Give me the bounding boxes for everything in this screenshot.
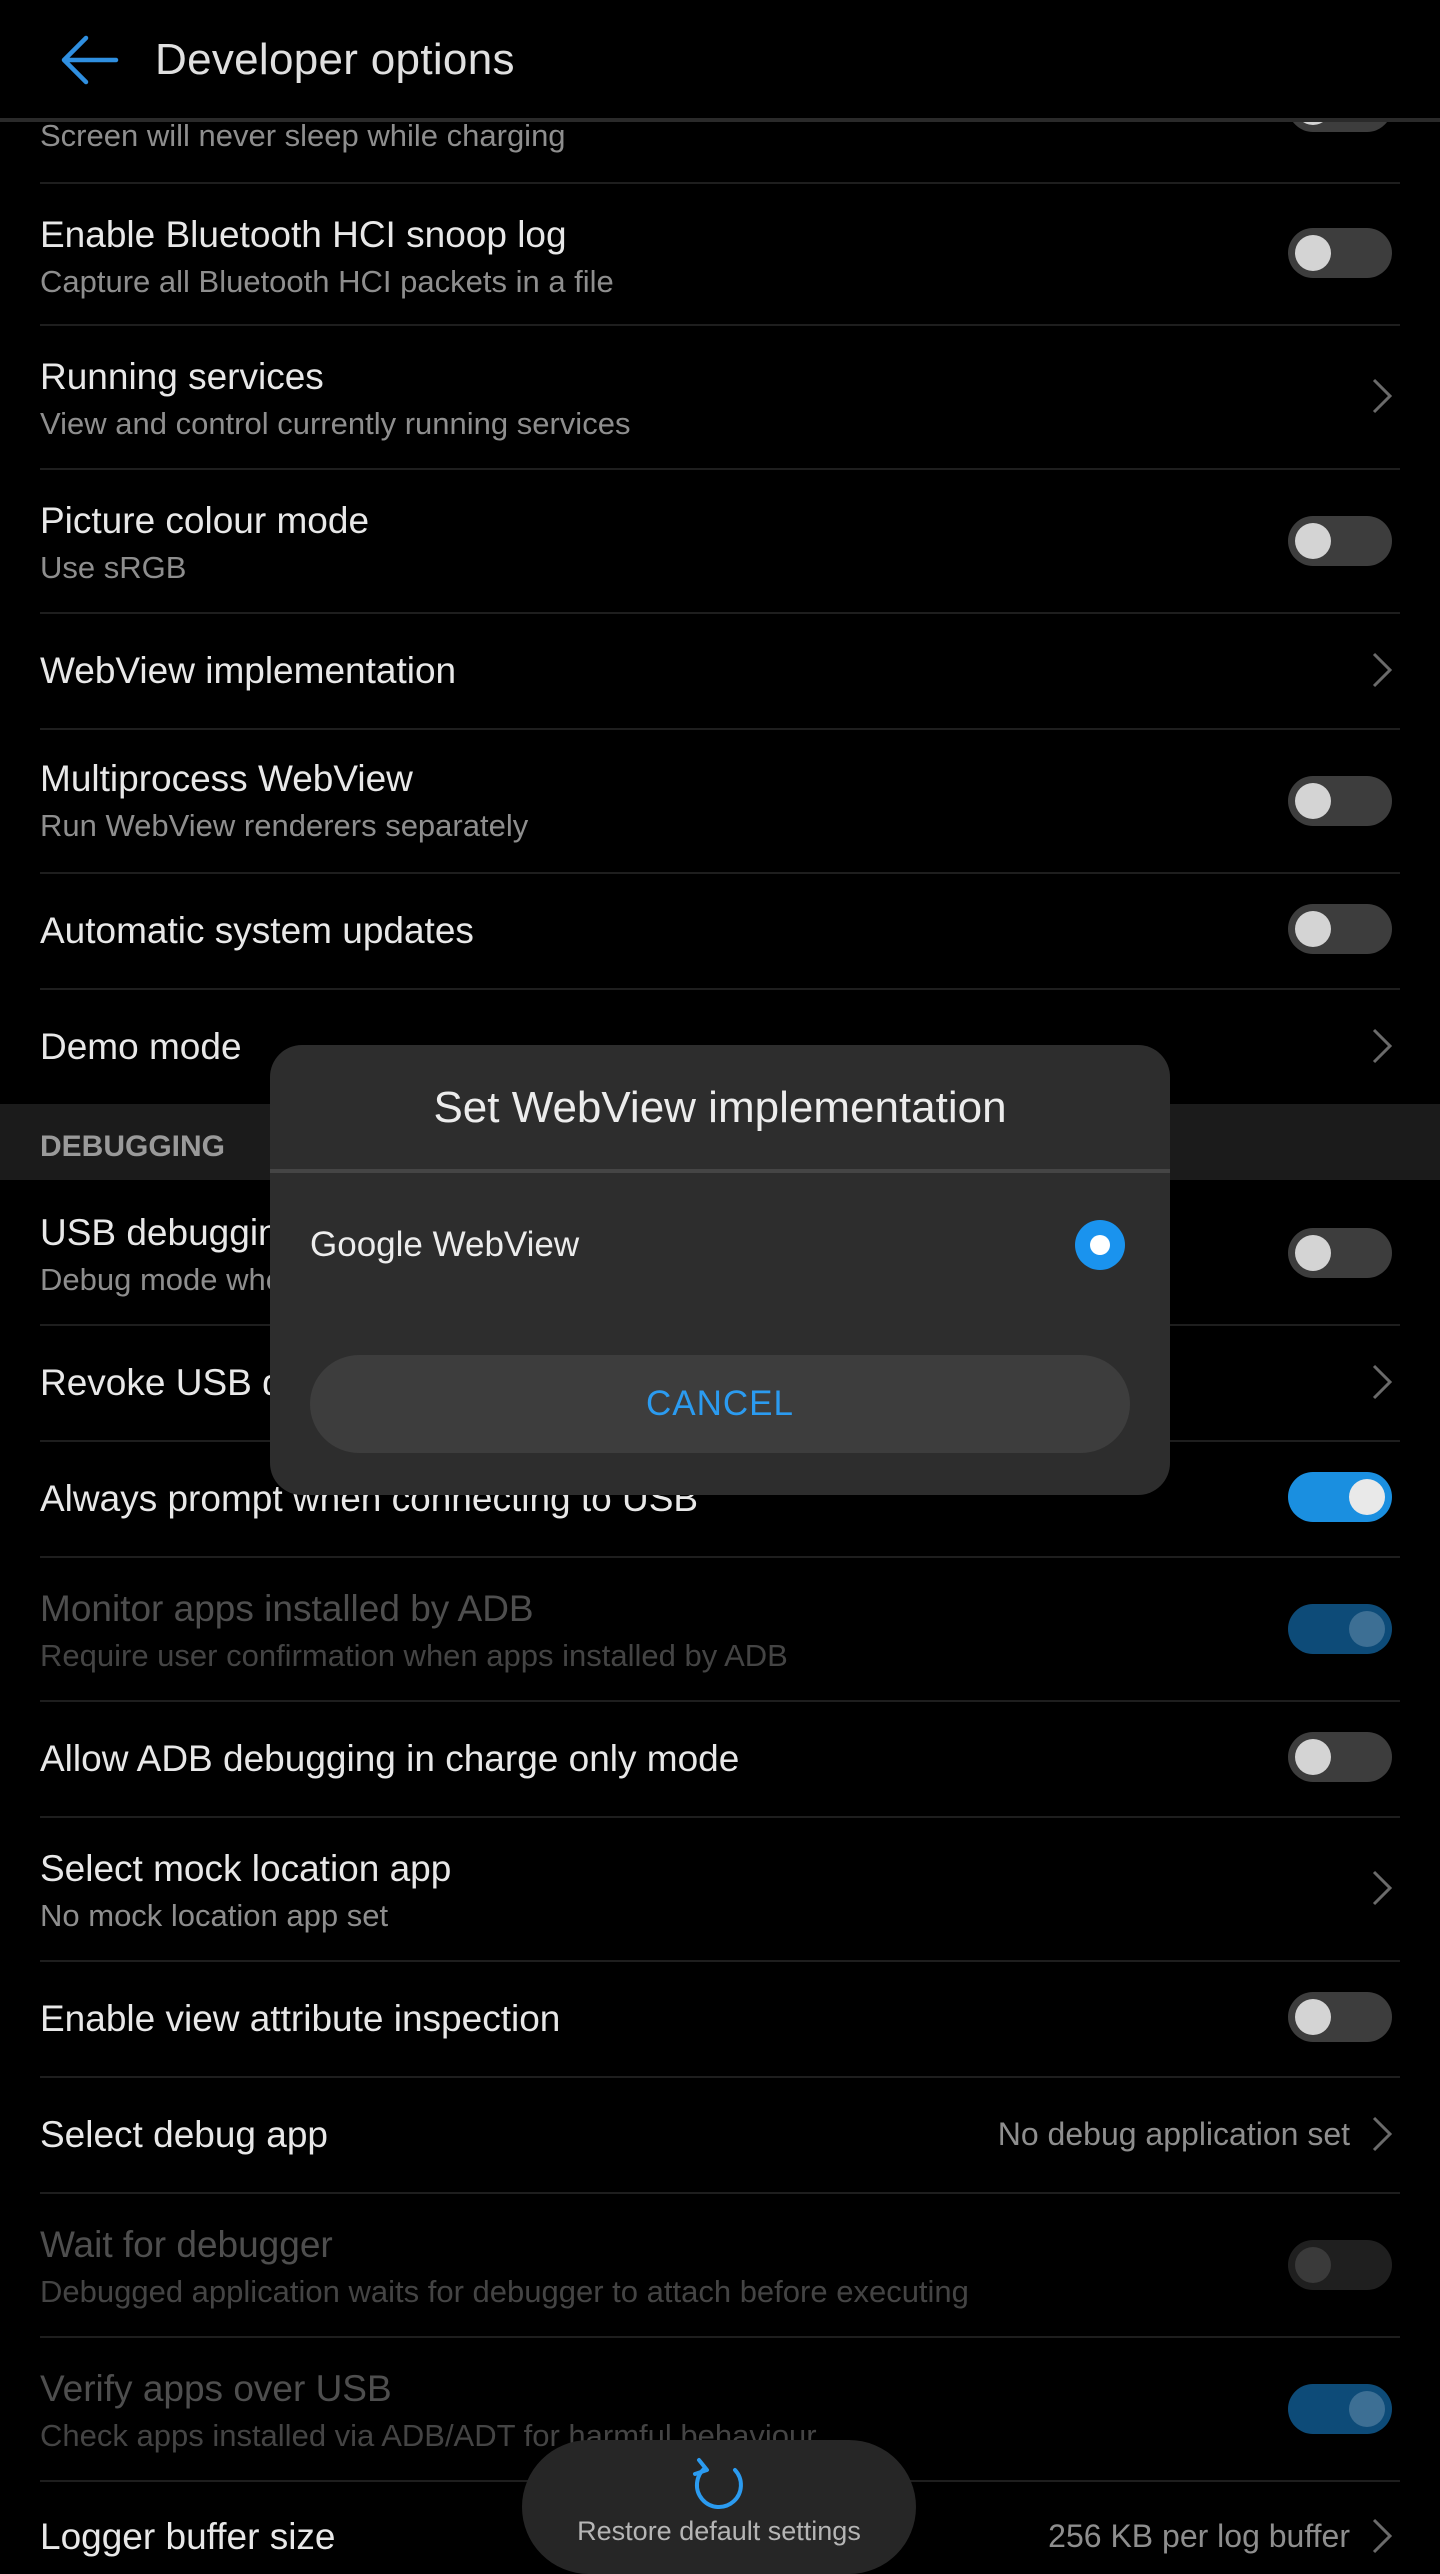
always-prompt-usb-toggle[interactable] (1288, 1472, 1392, 1522)
row-title: Enable Bluetooth HCI snoop log (40, 214, 567, 255)
row-title: USB debugging (40, 1212, 300, 1253)
usb-debugging-toggle[interactable] (1288, 1228, 1392, 1278)
toggle-knob (1295, 523, 1331, 559)
row-summary: View and control currently running servi… (40, 406, 631, 441)
toggle-knob (1295, 235, 1331, 271)
radio-dot (1090, 1235, 1110, 1255)
toggle-knob (1295, 1999, 1331, 2035)
restore-defaults-label: Restore default settings (577, 2516, 861, 2546)
row-summary: Debugged application waits for debugger … (40, 2274, 969, 2309)
view-attribute-row[interactable]: Enable view attribute inspection (40, 1962, 1400, 2078)
webview-option-label[interactable]: Google WebView (310, 1225, 579, 1265)
monitor-adb-apps-toggle (1288, 1604, 1392, 1654)
row-title: Allow ADB debugging in charge only mode (40, 1738, 740, 1779)
row-summary: Screen will never sleep while charging (40, 118, 566, 153)
wait-for-debugger-row: Wait for debugger Debugged application w… (40, 2194, 1400, 2338)
toggle-knob (1295, 783, 1331, 819)
row-title: Select debug app (40, 2114, 329, 2155)
row-summary: Use sRGB (40, 550, 187, 585)
adb-charge-only-toggle[interactable] (1288, 1732, 1392, 1782)
wait-for-debugger-toggle (1288, 2240, 1392, 2290)
automatic-updates-row[interactable]: Automatic system updates (40, 874, 1400, 990)
webview-option-radio[interactable] (1075, 1220, 1125, 1270)
row-title: Logger buffer size (40, 2516, 336, 2557)
row-value: No debug application set (997, 2116, 1350, 2152)
chevron-right-icon (1372, 2116, 1393, 2152)
dialog-title: Set WebView implementation (433, 1083, 1007, 1132)
row-title: Verify apps over USB (40, 2368, 392, 2409)
debug-app-row[interactable]: Select debug app No debug application se… (40, 2078, 1400, 2194)
back-arrow-icon[interactable] (56, 30, 120, 90)
toggle-knob (1295, 911, 1331, 947)
webview-implementation-row[interactable]: WebView implementation (40, 614, 1400, 730)
row-title: Demo mode (40, 1026, 242, 1067)
monitor-adb-apps-row: Monitor apps installed by ADB Require us… (40, 1558, 1400, 1702)
toggle-knob (1295, 1235, 1331, 1271)
picture-colour-toggle[interactable] (1288, 516, 1392, 566)
adb-charge-only-row[interactable]: Allow ADB debugging in charge only mode (40, 1702, 1400, 1818)
toggle-knob (1349, 2391, 1385, 2427)
chevron-right-icon (1372, 2518, 1393, 2554)
app-bar: Developer options (0, 0, 1440, 122)
row-title: Enable view attribute inspection (40, 1998, 561, 2039)
row-title: Picture colour mode (40, 500, 370, 541)
section-label: DEBUGGING (40, 1130, 226, 1163)
chevron-right-icon (1372, 652, 1393, 688)
toggle-knob (1295, 2247, 1331, 2283)
toggle-knob (1295, 1739, 1331, 1775)
refresh-icon (693, 2458, 743, 2510)
picture-colour-row[interactable]: Picture colour mode Use sRGB (40, 470, 1400, 614)
running-services-row[interactable]: Running services View and control curren… (40, 326, 1400, 470)
chevron-right-icon (1372, 378, 1393, 414)
multiprocess-webview-row[interactable]: Multiprocess WebView Run WebView rendere… (40, 730, 1400, 874)
row-title: Monitor apps installed by ADB (40, 1588, 534, 1629)
row-title: Wait for debugger (40, 2224, 333, 2265)
row-title: WebView implementation (40, 650, 457, 691)
row-title: Select mock location app (40, 1848, 452, 1889)
chevron-right-icon (1372, 1870, 1393, 1906)
mock-location-row[interactable]: Select mock location app No mock locatio… (40, 1818, 1400, 1962)
toggle-knob (1349, 1479, 1385, 1515)
chevron-right-icon (1372, 1028, 1393, 1064)
bluetooth-hci-toggle[interactable] (1288, 228, 1392, 278)
cancel-button[interactable]: CANCEL (310, 1355, 1130, 1453)
webview-implementation-dialog: Set WebView implementation Google WebVie… (270, 1045, 1170, 1495)
verify-apps-usb-toggle (1288, 2384, 1392, 2434)
restore-defaults-button[interactable]: Restore default settings (522, 2440, 916, 2574)
bluetooth-hci-row[interactable]: Enable Bluetooth HCI snoop log Capture a… (40, 182, 1400, 326)
row-title: Running services (40, 356, 324, 397)
multiprocess-webview-toggle[interactable] (1288, 776, 1392, 826)
toggle-knob (1349, 1611, 1385, 1647)
page-title: Developer options (155, 35, 515, 84)
row-summary: Capture all Bluetooth HCI packets in a f… (40, 264, 614, 299)
row-summary: Require user confirmation when apps inst… (40, 1638, 788, 1673)
row-value: 256 KB per log buffer (1048, 2518, 1350, 2554)
view-attribute-toggle[interactable] (1288, 1992, 1392, 2042)
row-title: Automatic system updates (40, 910, 474, 951)
row-summary: Run WebView renderers separately (40, 808, 529, 843)
row-summary: No mock location app set (40, 1898, 389, 1933)
automatic-updates-toggle[interactable] (1288, 904, 1392, 954)
row-title: Multiprocess WebView (40, 758, 413, 799)
chevron-right-icon (1372, 1364, 1393, 1400)
dialog-divider (270, 1169, 1170, 1173)
